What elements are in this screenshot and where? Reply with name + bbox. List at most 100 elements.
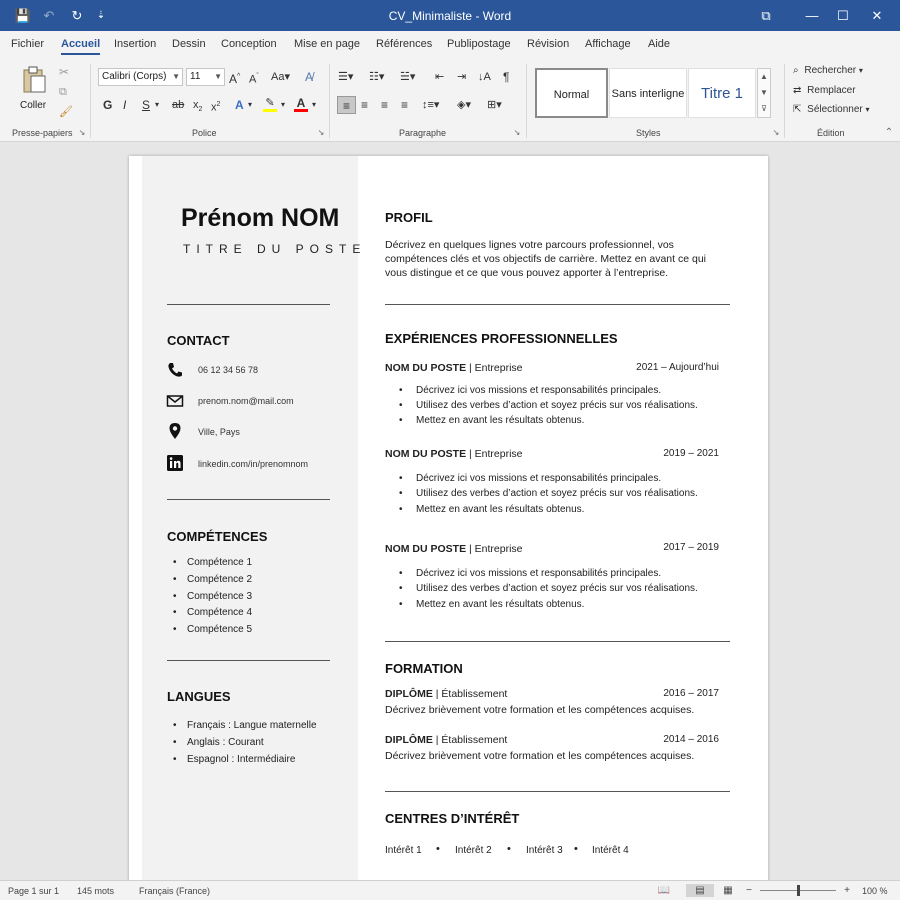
- word-count[interactable]: 145 mots: [77, 886, 114, 896]
- align-left-icon[interactable]: ≡: [337, 96, 356, 114]
- tab-fichier[interactable]: Fichier: [11, 38, 44, 50]
- print-layout-icon[interactable]: ▤: [686, 884, 714, 897]
- text-effects-icon[interactable]: A: [235, 96, 244, 114]
- education-heading: FORMATION: [385, 661, 463, 676]
- chevron-down-icon[interactable]: ▾: [248, 96, 252, 114]
- shading-icon[interactable]: ◈▾: [457, 96, 471, 114]
- web-layout-icon[interactable]: ▦: [721, 884, 735, 897]
- style-sans-interligne[interactable]: Sans interligne: [609, 68, 687, 118]
- font-color-icon[interactable]: A: [294, 94, 308, 112]
- zoom-slider-thumb[interactable]: [797, 885, 800, 896]
- replace-button[interactable]: ⇄ Remplacer: [793, 85, 856, 96]
- cut-icon[interactable]: ✂: [59, 63, 69, 81]
- status-bar: Page 1 sur 1 145 mots Français (France) …: [0, 880, 900, 900]
- change-case-icon[interactable]: Aa▾: [271, 68, 290, 86]
- strikethrough-icon[interactable]: ab: [172, 96, 184, 114]
- line-spacing-icon[interactable]: ↕≡▾: [422, 96, 439, 114]
- multilevel-list-icon[interactable]: ☱▾: [400, 68, 415, 86]
- customize-quick-access-icon[interactable]: ⇣: [92, 7, 110, 25]
- list-item: Compétence 2: [173, 574, 252, 585]
- chevron-down-icon[interactable]: ▾: [155, 96, 159, 114]
- zoom-out-button[interactable]: −: [742, 884, 756, 897]
- tab-insertion[interactable]: Insertion: [114, 38, 156, 50]
- tab-aide[interactable]: Aide: [648, 38, 670, 50]
- justify-icon[interactable]: ≡: [401, 96, 408, 114]
- bold-icon[interactable]: G: [103, 96, 112, 114]
- tab-revision[interactable]: Révision: [527, 38, 569, 50]
- save-icon[interactable]: 💾: [14, 7, 32, 25]
- tab-mise-en-page[interactable]: Mise en page: [294, 38, 360, 50]
- chevron-down-icon: ▼: [214, 72, 222, 81]
- tab-affichage[interactable]: Affichage: [585, 38, 631, 50]
- tab-dessin[interactable]: Dessin: [172, 38, 206, 50]
- clipboard-launcher-icon[interactable]: ↘: [77, 128, 87, 138]
- select-button[interactable]: ⇱ Sélectionner ▾: [793, 104, 870, 115]
- styles-scroll[interactable]: ▲ ▼ ⊽: [757, 68, 771, 118]
- subscript-icon[interactable]: x2: [193, 96, 202, 114]
- chevron-down-icon: ▾: [858, 66, 863, 75]
- italic-icon[interactable]: I: [123, 96, 126, 114]
- sort-icon[interactable]: ↓A: [478, 68, 491, 86]
- superscript-icon[interactable]: x2: [211, 96, 220, 114]
- experience-heading: EXPÉRIENCES PROFESSIONNELLES: [385, 331, 618, 346]
- borders-icon[interactable]: ⊞▾: [487, 96, 502, 114]
- group-divider: [526, 64, 527, 138]
- tab-publipostage[interactable]: Publipostage: [447, 38, 511, 50]
- job-dates: 2021 – Aujourd’hui: [636, 362, 719, 373]
- document-page[interactable]: Prénom NOM TITRE DU POSTE CONTACT 06 12 …: [129, 156, 768, 880]
- style-sans-interligne-label: Sans interligne: [611, 88, 685, 100]
- collapse-ribbon-icon[interactable]: ⌃: [884, 128, 894, 138]
- document-area[interactable]: Prénom NOM TITRE DU POSTE CONTACT 06 12 …: [0, 143, 900, 880]
- list-item: Décrivez ici vos missions et responsabil…: [399, 473, 661, 484]
- highlight-color-icon[interactable]: ✎: [263, 94, 277, 112]
- shrink-font-icon[interactable]: Aˇ: [249, 68, 259, 86]
- degree-name: DIPLÔME: [385, 734, 433, 746]
- job-title-line: NOM DU POSTE | Entreprise: [385, 448, 523, 460]
- read-mode-icon[interactable]: 📖: [657, 884, 671, 897]
- clear-formatting-icon[interactable]: A̸: [305, 68, 313, 86]
- email-icon: [166, 395, 184, 407]
- paste-button[interactable]: Coller: [17, 64, 51, 116]
- style-titre-1[interactable]: Titre 1: [688, 68, 756, 118]
- chevron-down-icon[interactable]: ▼: [758, 85, 770, 101]
- tab-conception[interactable]: Conception: [221, 38, 277, 50]
- redo-icon[interactable]: ↻: [68, 7, 86, 25]
- interest-item: Intérêt 2: [455, 845, 492, 856]
- paragraph-launcher-icon[interactable]: ↘: [512, 128, 522, 138]
- more-styles-icon[interactable]: ⊽: [758, 101, 770, 117]
- page-count[interactable]: Page 1 sur 1: [8, 886, 59, 896]
- tab-accueil[interactable]: Accueil: [61, 38, 101, 55]
- list-item: Compétence 1: [173, 557, 252, 568]
- ribbon-display-options-icon[interactable]: ⧉: [743, 0, 789, 31]
- bullets-icon[interactable]: ☰▾: [338, 68, 353, 86]
- ribbon-tabs: Fichier Accueil Insertion Dessin Concept…: [0, 31, 900, 58]
- close-button[interactable]: ✕: [854, 0, 900, 31]
- zoom-in-button[interactable]: +: [840, 884, 854, 897]
- copy-icon[interactable]: ⧉: [59, 83, 67, 101]
- contact-phone: 06 12 34 56 78: [198, 365, 259, 375]
- format-painter-icon[interactable]: 🖌: [59, 103, 73, 121]
- font-size-combo[interactable]: 11 ▼: [186, 68, 225, 86]
- job-company: Entreprise: [474, 543, 523, 555]
- chevron-down-icon[interactable]: ▾: [281, 96, 285, 114]
- chevron-up-icon[interactable]: ▲: [758, 69, 770, 85]
- undo-icon[interactable]: ↶: [40, 7, 58, 25]
- tab-references[interactable]: Références: [376, 38, 432, 50]
- align-right-icon[interactable]: ≡: [381, 96, 388, 114]
- find-button[interactable]: ⌕ Rechercher ▾: [793, 65, 863, 76]
- font-launcher-icon[interactable]: ↘: [316, 128, 326, 138]
- underline-icon[interactable]: S: [142, 96, 150, 114]
- zoom-level[interactable]: 100 %: [862, 886, 888, 896]
- chevron-down-icon[interactable]: ▾: [312, 96, 316, 114]
- show-formatting-icon[interactable]: ¶: [503, 68, 509, 86]
- styles-launcher-icon[interactable]: ↘: [771, 128, 781, 138]
- grow-font-icon[interactable]: A^: [229, 68, 240, 86]
- list-item: Anglais : Courant: [173, 737, 264, 748]
- language-indicator[interactable]: Français (France): [139, 886, 210, 896]
- style-normal[interactable]: Normal: [535, 68, 608, 118]
- decrease-indent-icon[interactable]: ⇤: [435, 68, 444, 86]
- font-name-combo[interactable]: Calibri (Corps) ▼: [98, 68, 183, 86]
- numbering-icon[interactable]: ☷▾: [369, 68, 384, 86]
- increase-indent-icon[interactable]: ⇥: [457, 68, 466, 86]
- align-center-icon[interactable]: ≡: [361, 96, 368, 114]
